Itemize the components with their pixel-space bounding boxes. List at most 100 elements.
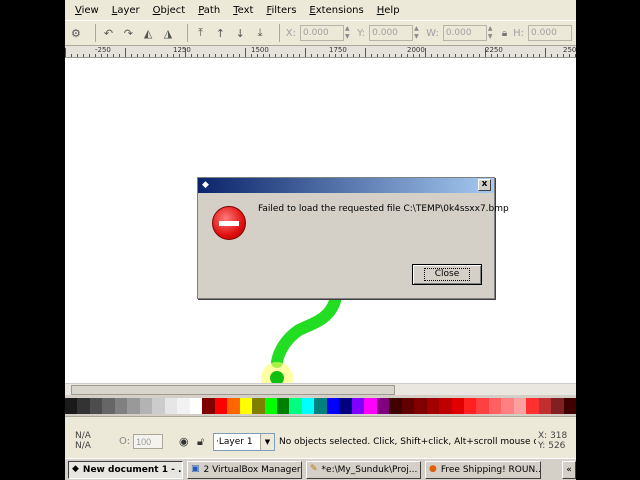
palette-swatch[interactable] <box>451 398 464 414</box>
palette-swatch[interactable] <box>464 398 477 414</box>
palette-swatch[interactable] <box>376 398 390 414</box>
palette-swatch[interactable] <box>289 398 302 414</box>
palette-swatch[interactable] <box>252 398 265 414</box>
taskbar-item-inkscape[interactable]: ◆ New document 1 - ... <box>68 460 183 479</box>
palette-swatch[interactable] <box>152 398 165 414</box>
scrollbar-thumb[interactable] <box>71 385 395 395</box>
y-spinner[interactable]: ▲ ▼ <box>414 25 422 41</box>
status-message: No objects selected. Click, Shift+click,… <box>279 437 574 447</box>
opacity-input[interactable] <box>133 434 164 449</box>
taskbar-item-firefox[interactable]: ● Free Shipping! ROUN... <box>425 460 541 479</box>
palette-swatch[interactable] <box>65 398 78 414</box>
y-coordinate: Y: ▲▼ <box>357 25 422 41</box>
menu-filters[interactable]: Filters <box>266 5 296 16</box>
raise-icon[interactable]: ↑ <box>214 24 228 42</box>
palette-swatch[interactable] <box>189 398 203 414</box>
x-input[interactable] <box>299 25 344 41</box>
taskbar-item-virtualbox[interactable]: ▣ 2 VirtualBox Manager <box>187 460 302 479</box>
drawing-canvas[interactable]: ◆ x Failed to load the requested file C:… <box>65 58 576 383</box>
lower-to-bottom-icon[interactable]: ⤓ <box>253 24 267 42</box>
menu-text[interactable]: Text <box>233 5 253 16</box>
palette-swatch[interactable] <box>476 398 489 414</box>
lower-icon[interactable]: ↓ <box>233 24 247 42</box>
fill-stroke-indicator[interactable]: N/A N/A <box>75 431 91 451</box>
palette-swatch[interactable] <box>364 398 377 414</box>
menu-extensions[interactable]: Extensions <box>309 5 363 16</box>
palette-swatch[interactable] <box>526 398 539 414</box>
palette-swatch[interactable] <box>551 398 564 414</box>
palette-swatch[interactable] <box>239 398 253 414</box>
taskbar-item-notepad[interactable]: ✎ *e:\My_Sunduk\Proj... <box>306 460 421 479</box>
palette-swatch[interactable] <box>339 398 352 414</box>
horizontal-ruler[interactable]: -250 1250 1500 1750 2000 2250 2500 <box>65 46 576 58</box>
x-spinner[interactable]: ▲ ▼ <box>345 25 353 41</box>
x-label: X: <box>285 27 296 39</box>
flip-horizontal-icon[interactable]: ◭ <box>141 24 155 42</box>
tool-controls-bar: ⚙ ↶ ↷ ◭ ◮ ⤒ ↑ ↓ ⤓ X: ▲▼ Y: ▲▼ W: ▲▼ 🔒︎ H… <box>65 20 576 46</box>
y-input[interactable] <box>369 25 414 41</box>
palette-swatch[interactable] <box>389 398 402 414</box>
raise-to-top-icon[interactable]: ⤒ <box>194 24 208 42</box>
palette-swatch[interactable] <box>264 398 277 414</box>
menu-object[interactable]: Object <box>153 5 186 16</box>
menu-layer[interactable]: Layer <box>112 5 140 16</box>
w-coordinate: W: ▲▼ <box>426 25 496 41</box>
palette-swatch[interactable] <box>538 398 552 414</box>
rotate-cw-icon[interactable]: ↷ <box>121 24 135 42</box>
layer-lock-icon[interactable]: 🔓︎ <box>197 435 204 449</box>
palette-swatch[interactable] <box>426 398 440 414</box>
taskbar-item-label: Free Shipping! ROUN... <box>440 464 541 475</box>
palette-swatch[interactable] <box>351 398 365 414</box>
inkscape-icon: ◆ <box>72 464 79 474</box>
taskbar-item-label: *e:\My_Sunduk\Proj... <box>321 464 418 475</box>
menu-help[interactable]: Help <box>377 5 400 16</box>
palette-swatch[interactable] <box>513 398 527 414</box>
palette-swatch[interactable] <box>401 398 415 414</box>
palette-swatch[interactable] <box>301 398 315 414</box>
taskbar-item-label: 2 VirtualBox Manager <box>203 464 301 475</box>
menu-view[interactable]: View <box>75 5 99 16</box>
flip-vertical-icon[interactable]: ◮ <box>161 24 175 42</box>
palette-swatch[interactable] <box>414 398 427 414</box>
palette-swatch[interactable] <box>488 398 502 414</box>
menu-path[interactable]: Path <box>198 5 220 16</box>
w-spinner[interactable]: ▲ ▼ <box>488 25 496 41</box>
virtualbox-icon: ▣ <box>191 464 200 474</box>
palette-swatch[interactable] <box>314 398 327 414</box>
dialog-close-x-button[interactable]: x <box>478 179 491 191</box>
taskbar-expand-button[interactable]: « <box>562 460 576 479</box>
h-input[interactable] <box>528 25 573 41</box>
palette-swatch[interactable] <box>114 398 128 414</box>
palette-swatch[interactable] <box>326 398 340 414</box>
palette-swatch[interactable] <box>214 398 228 414</box>
lock-ratio-icon[interactable]: 🔒︎ <box>502 28 507 39</box>
layer-visibility-icon[interactable]: ◉ <box>179 435 189 448</box>
palette-swatch[interactable] <box>177 398 190 414</box>
w-input[interactable] <box>442 25 487 41</box>
opacity-control: O: <box>119 434 164 449</box>
palette-swatch[interactable] <box>164 398 178 414</box>
palette-swatch[interactable] <box>127 398 140 414</box>
horizontal-scrollbar[interactable] <box>65 383 576 395</box>
current-layer-label: ·Layer 1 <box>216 437 253 447</box>
palette-swatch[interactable] <box>276 398 290 414</box>
toolbar-separator <box>94 24 96 42</box>
palette-swatch[interactable] <box>202 398 215 414</box>
transform-settings-icon[interactable]: ⚙ <box>69 24 83 42</box>
palette-swatch[interactable] <box>139 398 153 414</box>
palette-swatch[interactable] <box>563 398 576 414</box>
taskbar-item-label: New document 1 - ... <box>82 464 183 475</box>
close-button-label: Close <box>423 268 471 281</box>
palette-swatch[interactable] <box>227 398 240 414</box>
palette-swatch[interactable] <box>439 398 452 414</box>
chevron-down-icon[interactable]: ▼ <box>260 434 274 450</box>
ruler-label: 1750 <box>329 46 347 54</box>
current-layer-select[interactable]: ·Layer 1 ▼ <box>213 433 275 451</box>
palette-swatch[interactable] <box>501 398 514 414</box>
palette-swatch[interactable] <box>77 398 90 414</box>
dialog-titlebar[interactable]: ◆ x <box>198 178 494 193</box>
rotate-ccw-icon[interactable]: ↶ <box>102 24 116 42</box>
close-button[interactable]: Close <box>412 264 482 285</box>
palette-swatch[interactable] <box>102 398 115 414</box>
palette-swatch[interactable] <box>89 398 103 414</box>
